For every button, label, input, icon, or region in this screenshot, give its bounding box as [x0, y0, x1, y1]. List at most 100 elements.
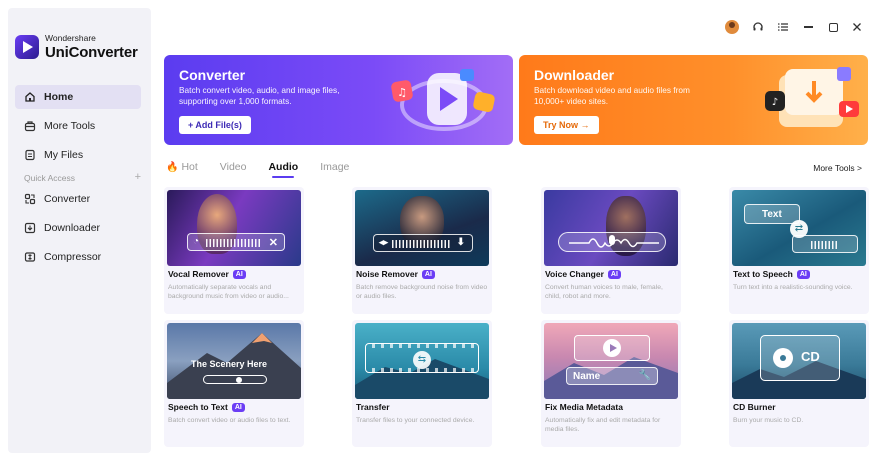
- card-description: Batch remove background noise from video…: [356, 284, 488, 300]
- video-frame: [574, 335, 650, 361]
- tool-card-transfer[interactable]: ⇆ Transfer Transfer files to your connec…: [352, 320, 492, 447]
- text-overlay-label: Text: [762, 209, 782, 220]
- brand-product: UniConverter: [45, 43, 138, 61]
- name-field: Name 🔧: [566, 367, 658, 385]
- card-description: Transfer files to your connected device.: [356, 417, 475, 424]
- tool-card-speech-to-text[interactable]: The Scenery Here Speech to Text AI Batch …: [164, 320, 304, 447]
- card-description: Automatically fix and edit metadata for …: [545, 417, 661, 433]
- tab-label: Audio: [268, 161, 299, 173]
- progress-slider: [203, 375, 267, 384]
- sidebar-item-label: Compressor: [44, 251, 102, 263]
- converter-title: Converter: [179, 67, 246, 83]
- sidebar-item-my-files[interactable]: My Files: [15, 143, 141, 167]
- quick-access-label: Quick Access: [24, 173, 76, 183]
- tool-card-voice-changer[interactable]: Voice Changer AI Convert human voices to …: [541, 187, 681, 314]
- text-to-speech-thumbnail: Text ⇄: [732, 190, 866, 266]
- card-title: Transfer: [356, 402, 390, 412]
- transfer-thumbnail: ⇆: [355, 323, 489, 399]
- card-title-text: Vocal Remover: [168, 269, 229, 279]
- disc-icon: [773, 348, 793, 368]
- maximize-icon[interactable]: [827, 21, 839, 33]
- converter-illustration-icon: ♫: [391, 69, 495, 131]
- sidebar-item-converter[interactable]: Converter: [15, 187, 141, 211]
- audio-wave-panel: ✕ ◔: [187, 233, 285, 251]
- more-tools-link[interactable]: More Tools >: [813, 163, 862, 173]
- card-title: Vocal Remover AI: [168, 269, 246, 279]
- svg-text:♫: ♫: [397, 86, 407, 99]
- card-description: Convert human voices to male, female, ch…: [545, 284, 663, 300]
- avatar-icon[interactable]: [725, 20, 739, 34]
- sidebar-item-more-tools[interactable]: More Tools: [15, 114, 141, 138]
- transfer-icon: ⇆: [413, 351, 431, 369]
- tool-card-vocal-remover[interactable]: ✕ ◔ Vocal Remover AI Automatically separat…: [164, 187, 304, 314]
- ai-badge: AI: [231, 402, 245, 412]
- card-title: Voice Changer AI: [545, 269, 621, 279]
- audio-wave-panel: [792, 235, 858, 253]
- ai-badge: AI: [796, 269, 810, 279]
- fix-metadata-thumbnail: Name 🔧: [544, 323, 678, 399]
- tab-label: Image: [320, 161, 350, 173]
- brand: Wondershare UniConverter: [15, 34, 138, 60]
- tool-card-fix-media-metadata[interactable]: Name 🔧 Fix Media Metadata Automatically f…: [541, 320, 681, 447]
- ai-badge: AI: [607, 269, 621, 279]
- text-box: Text: [744, 204, 800, 224]
- card-description: Turn text into a realistic-sounding voic…: [733, 284, 853, 291]
- tool-card-text-to-speech[interactable]: Text ⇄ Text to Speech AI Turn text into a…: [729, 187, 869, 314]
- add-quick-access-button[interactable]: +: [135, 172, 141, 183]
- category-tabs: 🔥 Hot Video Audio Image: [166, 161, 371, 178]
- card-title: Fix Media Metadata: [545, 402, 623, 412]
- voice-changer-thumbnail: [544, 190, 678, 266]
- card-title: CD Burner: [733, 402, 776, 412]
- home-icon: [25, 92, 35, 102]
- ai-badge: AI: [232, 269, 246, 279]
- scenery-caption: The Scenery Here: [191, 359, 268, 369]
- converter-banner[interactable]: Converter Batch convert video, audio, an…: [164, 55, 513, 145]
- downloader-illustration-icon: ♪: [765, 67, 859, 127]
- file-icon: [25, 149, 35, 161]
- speech-to-text-thumbnail: The Scenery Here: [167, 323, 301, 399]
- try-now-button[interactable]: Try Now →: [534, 116, 599, 134]
- tool-card-cd-burner[interactable]: CD CD Burner Burn your music to CD.: [729, 320, 869, 447]
- window-controls: [725, 20, 862, 34]
- tab-label: Hot: [181, 161, 198, 173]
- noise-remover-thumbnail: ⬇ ◂▸: [355, 190, 489, 266]
- card-description: Automatically separate vocals and backgr…: [168, 284, 289, 300]
- converter-description: Batch convert video, audio, and image fi…: [179, 85, 340, 106]
- wrench-icon: 🔧: [638, 370, 651, 381]
- card-title-text: Transfer: [356, 402, 390, 412]
- sidebar-item-home[interactable]: Home: [15, 85, 141, 109]
- sidebar-item-downloader[interactable]: Downloader: [15, 216, 141, 240]
- converter-icon: [24, 193, 36, 205]
- toolbox-icon: [24, 121, 36, 132]
- card-description: Batch convert video or audio files to te…: [168, 417, 291, 424]
- tab-video[interactable]: Video: [220, 161, 247, 173]
- tab-image[interactable]: Image: [320, 161, 349, 173]
- minimize-icon[interactable]: [802, 21, 814, 33]
- downloader-title: Downloader: [534, 67, 615, 83]
- card-title-text: Speech to Text: [168, 402, 228, 412]
- uniconverter-logo-icon: [15, 34, 39, 59]
- headset-icon[interactable]: [752, 21, 764, 33]
- sidebar-item-label: My Files: [44, 149, 84, 161]
- sidebar-item-label: Downloader: [44, 222, 101, 234]
- sidebar-item-label: Converter: [44, 193, 91, 205]
- add-files-button[interactable]: + Add File(s): [179, 116, 251, 134]
- close-icon[interactable]: [852, 22, 862, 32]
- card-title-text: CD Burner: [733, 402, 776, 412]
- sidebar-item-compressor[interactable]: Compressor: [15, 245, 141, 269]
- card-title: Speech to Text AI: [168, 402, 245, 412]
- name-overlay-label: Name: [573, 371, 601, 382]
- card-title: Text to Speech AI: [733, 269, 810, 279]
- cd-overlay-label: CD: [801, 349, 820, 364]
- downloader-banner[interactable]: Downloader Batch download video and audi…: [519, 55, 868, 145]
- brand-company: Wondershare: [45, 33, 96, 43]
- flame-icon: 🔥: [166, 162, 179, 173]
- tab-audio[interactable]: Audio: [268, 161, 299, 178]
- tab-hot[interactable]: 🔥 Hot: [166, 161, 198, 173]
- menu-icon[interactable]: [777, 21, 789, 33]
- tool-card-noise-remover[interactable]: ⬇ ◂▸ Noise Remover AI Batch remove backgro…: [352, 187, 492, 314]
- tab-label: Video: [219, 161, 247, 173]
- quick-access-header: Quick Access +: [24, 172, 141, 184]
- card-title-text: Noise Remover: [356, 269, 418, 279]
- downloader-description: Batch download video and audio files fro…: [534, 85, 690, 106]
